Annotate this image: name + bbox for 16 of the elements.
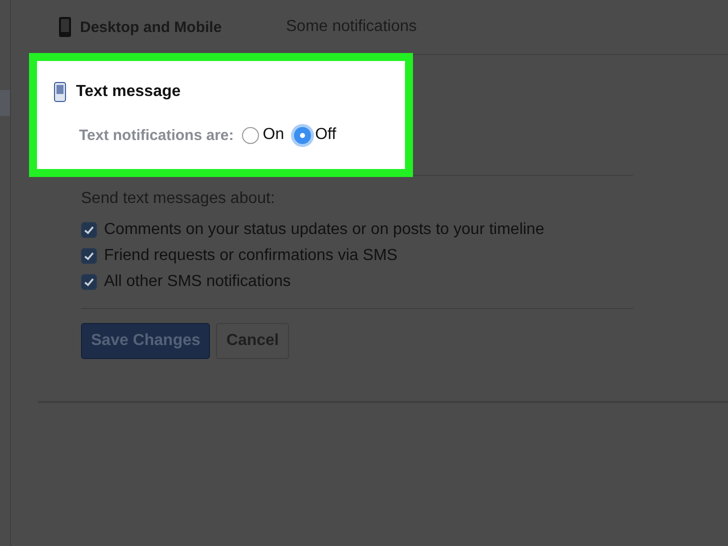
radio-button[interactable] [294,126,312,144]
checkbox[interactable] [81,274,97,290]
section-title: Text message [76,83,181,101]
radio-label: On [262,126,284,144]
checkbox-label: All other SMS notifications [104,273,291,291]
radio-label: Off [315,126,336,144]
phone-icon [58,16,72,38]
field-label: Text notifications are: [79,126,234,144]
sidebar-highlight [0,90,10,116]
save-button[interactable]: Save Changes [81,323,210,359]
checkbox-label: Comments on your status updates or on posts to your timeline [104,221,544,239]
phone-icon [54,82,66,102]
radio-button[interactable] [242,126,259,144]
checkbox[interactable] [81,248,97,264]
checkbox[interactable] [81,222,97,238]
checkbox-label: Friend requests or confirmations via SMS [104,247,398,265]
